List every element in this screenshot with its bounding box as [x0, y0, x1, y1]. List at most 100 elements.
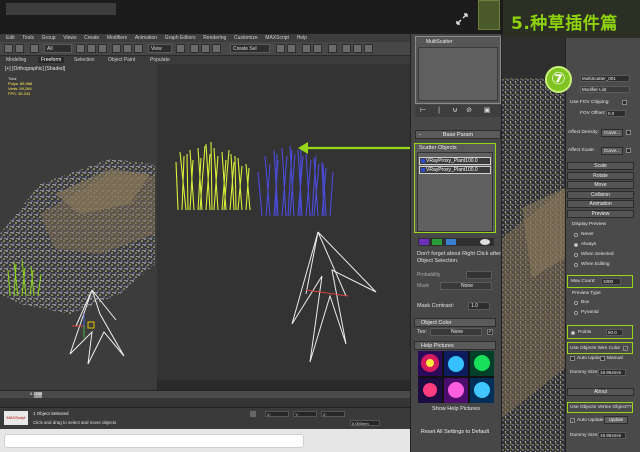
show-help-pictures-button[interactable]: Show Help Pictures — [420, 405, 492, 415]
align-button[interactable] — [287, 44, 296, 53]
when-selected-radio[interactable] — [574, 253, 578, 257]
render-button[interactable] — [364, 44, 373, 53]
menu-tools[interactable]: Tools — [22, 34, 34, 42]
points-radio[interactable] — [571, 331, 575, 335]
affect-density-checkbox[interactable] — [626, 130, 631, 135]
tab-populate[interactable]: Populate — [150, 57, 170, 63]
rollout-rotate[interactable]: Rotate — [567, 172, 634, 180]
curve-editor-button[interactable] — [313, 44, 322, 53]
affect-scale-curve-button[interactable]: Curve... — [601, 147, 623, 155]
viewport-label[interactable]: [+] [Orthographic] [Shaded] — [5, 66, 65, 72]
menu-views[interactable]: Views — [63, 34, 76, 42]
modifier-stack[interactable] — [418, 47, 498, 101]
y-coordinate-field[interactable]: Y: — [293, 411, 317, 417]
named-selection-dropdown[interactable]: Create Sel — [230, 44, 270, 53]
selection-filter-dropdown[interactable]: All — [44, 44, 72, 53]
scatter-object-item[interactable]: VRayProxy_Plant100.0 — [419, 157, 491, 165]
material-editor-button[interactable] — [328, 44, 337, 53]
menu-modifiers[interactable]: Modifiers — [107, 34, 127, 42]
dummy-size-field[interactable]: 19.954mm — [598, 369, 626, 376]
box-radio[interactable] — [574, 301, 578, 305]
use-wire-color-checkbox[interactable]: ✓ — [623, 346, 628, 351]
make-unique-icon[interactable]: ⊍ — [451, 107, 459, 115]
base-param-rollout[interactable]: - Base Param — [415, 130, 501, 139]
angle-snap-button[interactable] — [201, 44, 210, 53]
tab-object-paint[interactable]: Object Paint — [108, 57, 135, 63]
z-coordinate-field[interactable]: Z: — [321, 411, 345, 417]
percent-snap-button[interactable] — [212, 44, 221, 53]
time-slider[interactable]: 0 / 100 — [0, 390, 410, 398]
rollout-animation[interactable]: Animation — [567, 200, 634, 208]
menu-animation[interactable]: Animation — [135, 34, 157, 42]
rollout-move[interactable]: Move — [567, 181, 634, 189]
add-object-icon[interactable] — [419, 239, 429, 245]
mask-button[interactable]: None — [440, 282, 492, 290]
maxscript-listener[interactable]: MAXScript Mi — [4, 411, 28, 434]
always-radio[interactable] — [574, 243, 578, 247]
points-field[interactable]: 50.0 — [606, 329, 623, 336]
undo-button[interactable] — [4, 44, 13, 53]
configure-icon[interactable]: ▣ — [483, 107, 491, 115]
probability-field[interactable] — [466, 271, 492, 279]
render-setup-button[interactable] — [342, 44, 351, 53]
move-button[interactable] — [112, 44, 121, 53]
tex-checkbox[interactable]: ✓ — [487, 329, 493, 335]
auto-update-checkbox[interactable] — [570, 356, 575, 361]
select-button[interactable] — [76, 44, 85, 53]
when-editing-radio[interactable] — [574, 263, 578, 267]
update-button[interactable]: Update — [604, 416, 628, 424]
rollout-preview[interactable]: Preview — [567, 210, 634, 218]
tex-button[interactable]: None — [430, 328, 482, 336]
x-coordinate-field[interactable]: X: — [265, 411, 289, 417]
snap-button[interactable] — [190, 44, 199, 53]
link-button[interactable] — [30, 44, 39, 53]
menu-group[interactable]: Group — [42, 34, 56, 42]
object-name[interactable]: MultiScatter — [426, 39, 452, 45]
layer-button[interactable] — [302, 44, 311, 53]
auto-update2-checkbox[interactable]: ✓ — [570, 418, 575, 423]
show-end-result-icon[interactable]: | — [435, 107, 443, 115]
tab-modeling[interactable]: Modeling — [6, 57, 26, 63]
help-pictures-preview[interactable] — [418, 351, 494, 403]
fov-offset-field[interactable]: 0.0 — [606, 110, 626, 117]
dummy-size2-field[interactable]: 19.954mm — [598, 432, 626, 439]
object-name-field[interactable]: MultiScatter_001 — [580, 75, 630, 82]
lock-icon[interactable] — [250, 411, 256, 417]
track-bar[interactable] — [0, 398, 410, 407]
rollout-collision[interactable]: Collision — [567, 191, 634, 199]
tab-freeform[interactable]: Freeform — [38, 57, 65, 63]
redo-button[interactable] — [15, 44, 24, 53]
menu-create[interactable]: Create — [84, 34, 99, 42]
perspective-viewport[interactable]: [+] [Orthographic] [Shaded] Total Polys:… — [0, 64, 410, 390]
affect-density-curve-button[interactable]: Curve... — [601, 129, 623, 137]
rollout-about[interactable]: About — [567, 388, 634, 396]
menu-customize[interactable]: Customize — [234, 34, 258, 42]
pyramid-radio[interactable] — [574, 311, 578, 315]
help-icon[interactable] — [480, 239, 490, 245]
region-button[interactable] — [98, 44, 107, 53]
object-color-rollout[interactable]: Object Color — [414, 318, 496, 327]
remove-object-icon[interactable] — [446, 239, 456, 245]
manual-checkbox[interactable] — [600, 356, 605, 361]
reset-settings-button[interactable]: Reset All Settings to Default — [414, 428, 496, 438]
render-frame-button[interactable] — [353, 44, 362, 53]
rotate-button[interactable] — [123, 44, 132, 53]
menu-help[interactable]: Help — [297, 34, 307, 42]
pick-object-icon[interactable] — [432, 239, 442, 245]
menu-maxscript[interactable]: MAXScript — [265, 34, 289, 42]
use-fov-checkbox[interactable] — [622, 100, 627, 105]
menu-edit[interactable]: Edit — [6, 34, 15, 42]
rollout-scale[interactable]: Scale — [567, 162, 634, 170]
scatter-objects-list[interactable]: VRayProxy_Plant100.0 VRayProxy_Plant100.… — [417, 152, 493, 232]
never-radio[interactable] — [574, 233, 578, 237]
select-by-name-button[interactable] — [87, 44, 96, 53]
modifier-list-dropdown[interactable]: Modifier List — [580, 86, 630, 93]
menu-rendering[interactable]: Rendering — [203, 34, 226, 42]
mirror-button[interactable] — [276, 44, 285, 53]
remove-modifier-icon[interactable]: ⊘ — [465, 107, 473, 115]
scatter-object-item[interactable]: VRayProxy_Plant100.0 — [419, 166, 491, 174]
tab-selection[interactable]: Selection — [74, 57, 95, 63]
help-pictures-rollout[interactable]: Help Pictures — [414, 341, 496, 350]
pin-stack-icon[interactable]: ⊢ — [419, 107, 427, 115]
mask-contrast-field[interactable]: 1.0 — [468, 302, 490, 310]
